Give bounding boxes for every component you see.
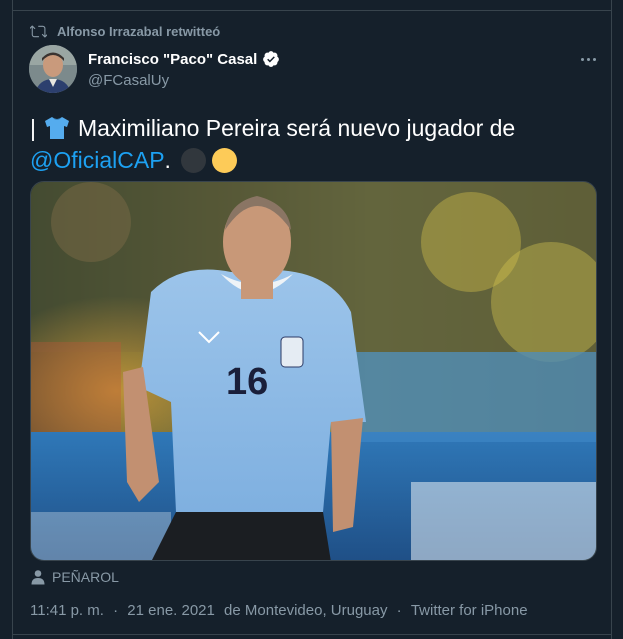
person-icon (30, 569, 46, 585)
author-handle[interactable]: @FCasalUy (88, 72, 280, 89)
divider-top (12, 10, 612, 11)
tweet-place[interactable]: de Montevideo, Uruguay (224, 602, 387, 619)
tweet-photo[interactable]: 16 (30, 181, 597, 561)
divider-bottom (12, 634, 612, 635)
jersey-number: 16 (226, 361, 268, 403)
retweet-icon (30, 23, 47, 40)
black-circle-icon (180, 147, 206, 173)
mention-link[interactable]: @OficialCAP (30, 144, 165, 176)
verified-badge-icon (262, 50, 280, 68)
more-dot (592, 57, 596, 61)
tweet-meta: 11:41 p. m. · 21 ene. 2021 de Montevideo… (30, 602, 528, 619)
retweet-label: Alfonso Irrazabal retwitteó (57, 23, 221, 39)
avatar[interactable] (29, 45, 77, 93)
tweet-prefix: | (30, 115, 36, 141)
shirt-icon (44, 116, 70, 140)
tweet-body: Maximiliano Pereira será nuevo jugador d… (77, 115, 516, 141)
retweet-context[interactable]: Alfonso Irrazabal retwitteó (30, 22, 220, 40)
yellow-circle-icon (211, 147, 237, 173)
author-block[interactable]: Francisco "Paco" Casal @FCasalUy (88, 50, 280, 89)
author-name[interactable]: Francisco "Paco" Casal (88, 51, 257, 68)
more-dot (580, 57, 584, 61)
tweet-suffix: . (164, 147, 171, 173)
more-dot (586, 57, 590, 61)
tweet-time[interactable]: 11:41 p. m. (30, 602, 104, 619)
meta-separator: · (113, 602, 119, 619)
place-tag[interactable]: PEÑAROL (30, 568, 119, 586)
tweet-source[interactable]: Twitter for iPhone (411, 602, 528, 619)
tweet-text: | Maximiliano Pereira será nuevo jugador… (30, 112, 600, 176)
place-label: PEÑAROL (52, 569, 119, 585)
meta-separator: · (396, 602, 402, 619)
more-options-icon[interactable] (578, 52, 598, 66)
tweet-date[interactable]: 21 ene. 2021 (127, 602, 215, 619)
